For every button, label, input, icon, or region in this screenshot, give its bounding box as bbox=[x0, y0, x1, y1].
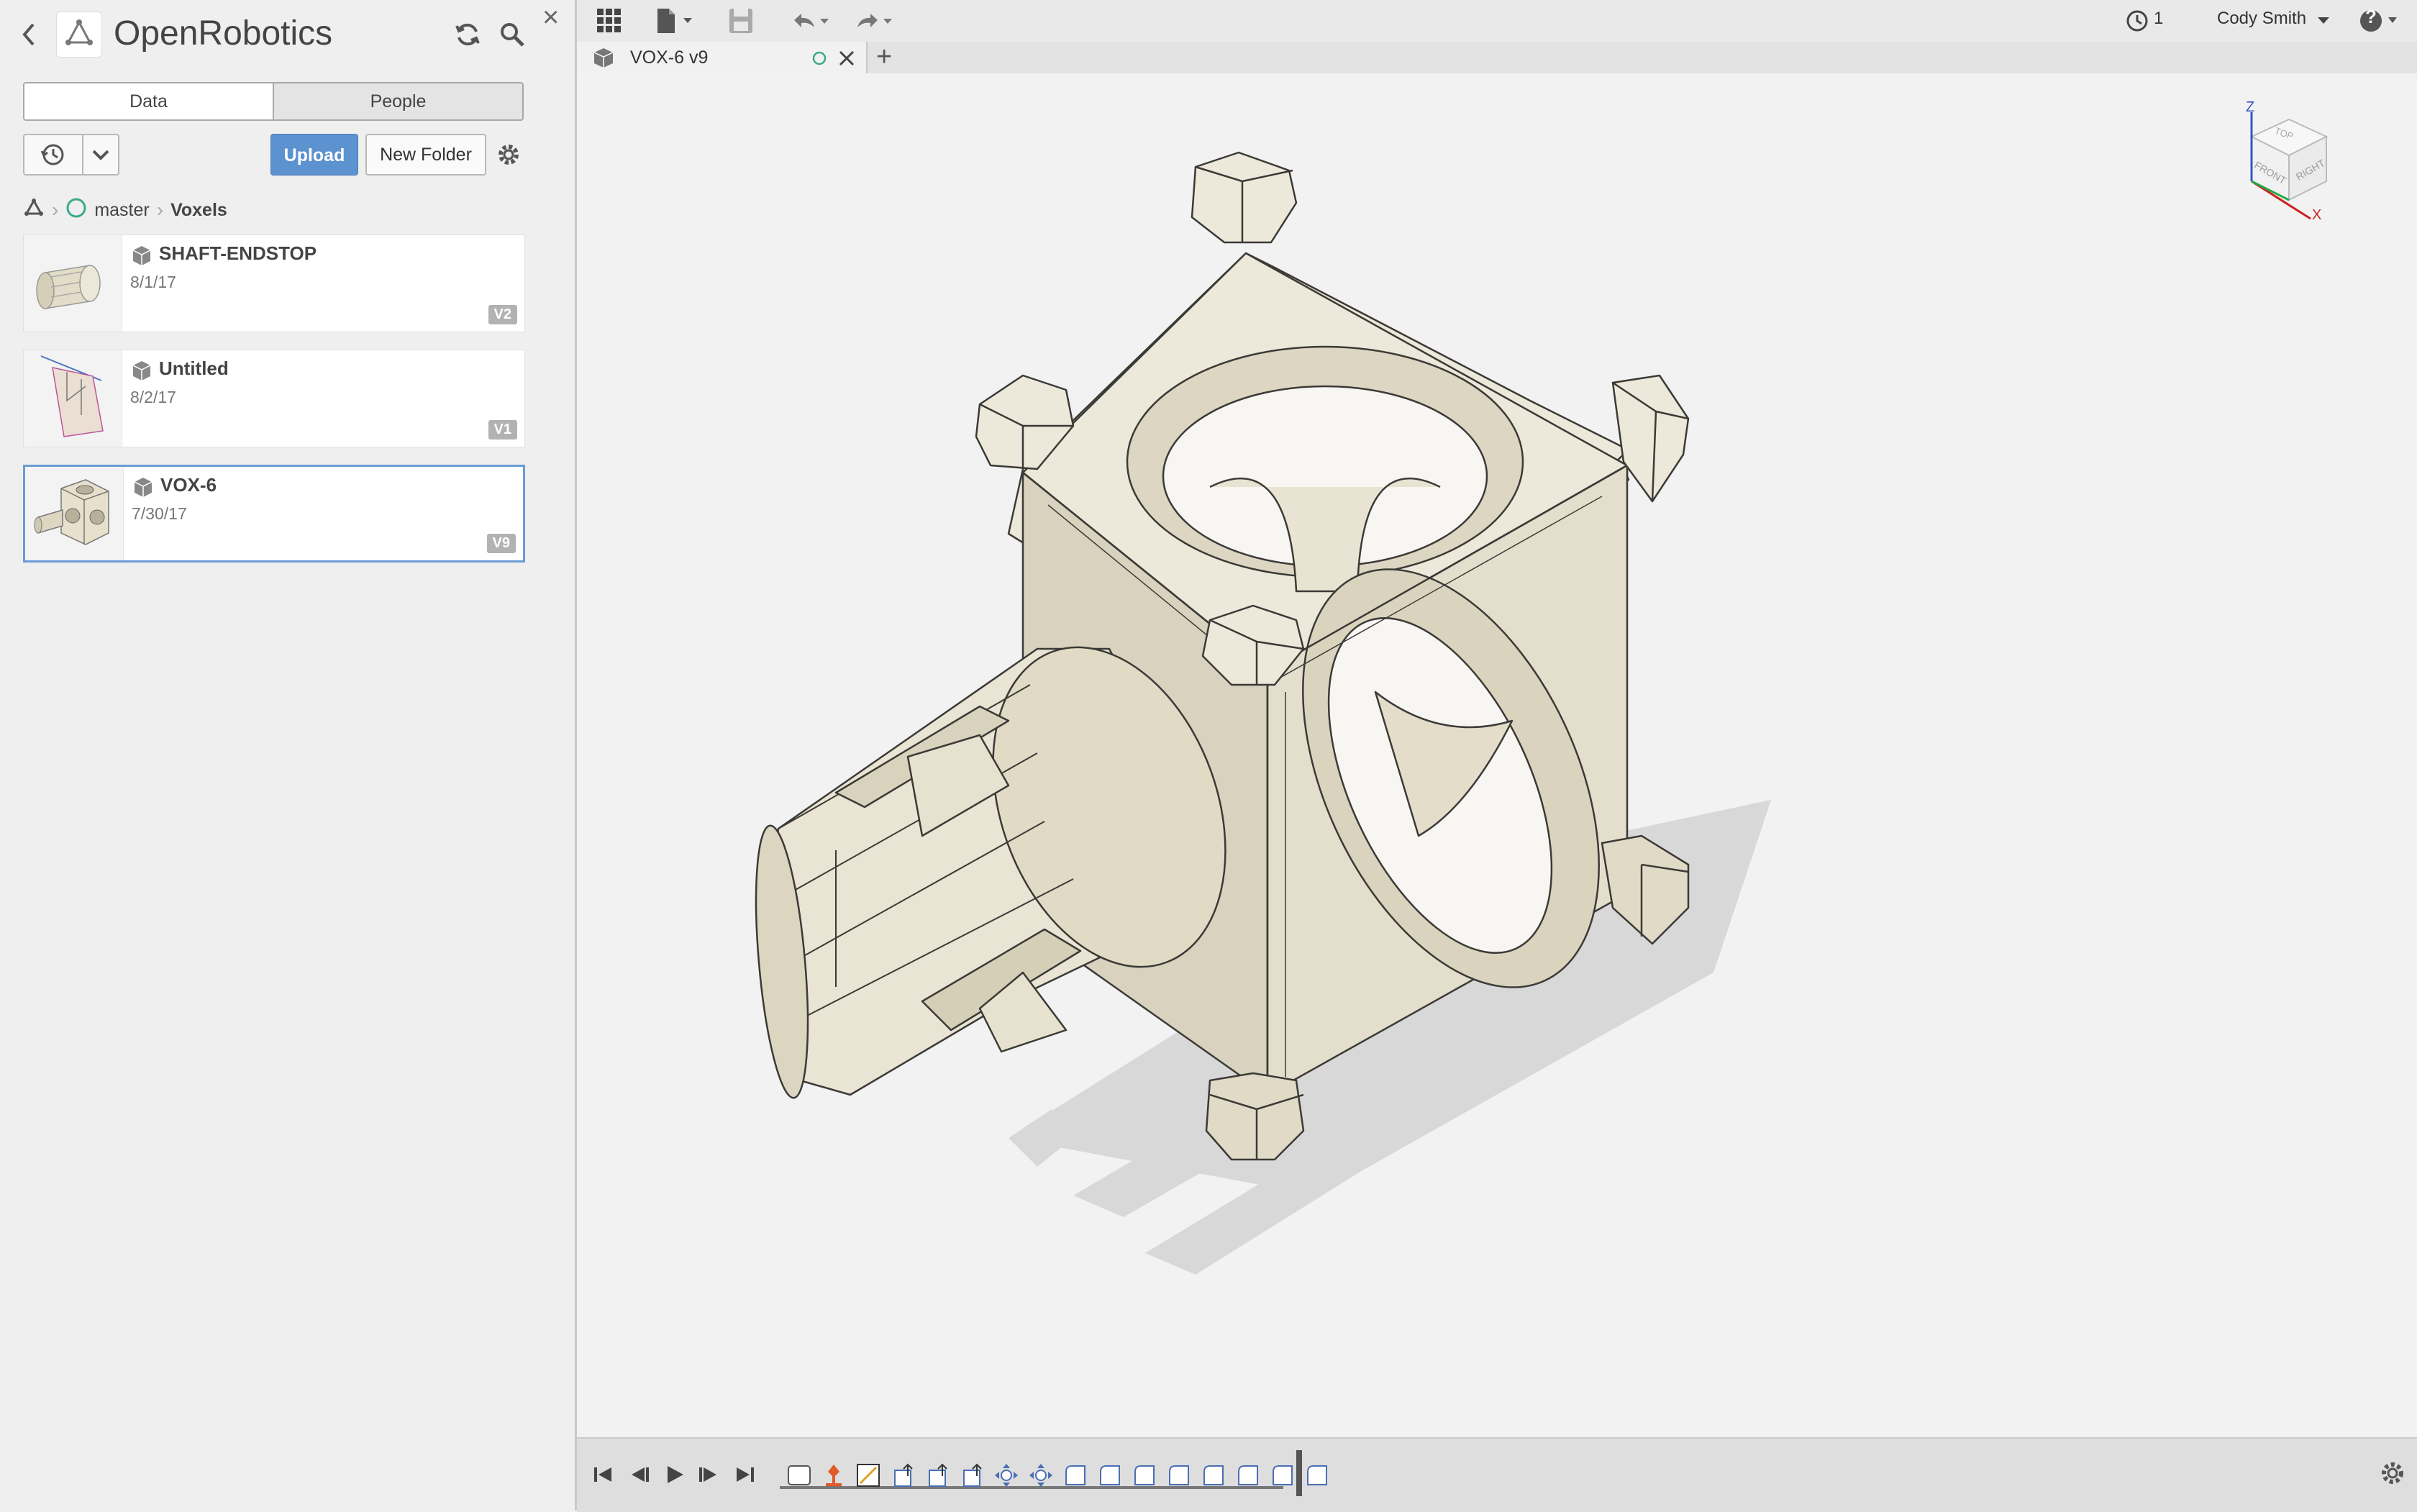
fillet-feature-icon[interactable] bbox=[1303, 1462, 1331, 1489]
upload-button[interactable]: Upload bbox=[270, 134, 358, 176]
design-timeline bbox=[577, 1437, 2417, 1512]
extrude-feature-icon[interactable] bbox=[958, 1462, 986, 1489]
file-name: VOX-6 bbox=[160, 474, 217, 496]
back-chevron-icon[interactable] bbox=[17, 20, 42, 49]
hub-icon[interactable] bbox=[23, 197, 45, 224]
help-symbol: ? bbox=[2365, 6, 2377, 27]
refresh-icon[interactable] bbox=[453, 20, 482, 49]
chevron-down-icon[interactable] bbox=[83, 135, 118, 174]
step-forward-icon[interactable] bbox=[693, 1459, 725, 1490]
extrude-feature-icon[interactable] bbox=[924, 1462, 951, 1489]
file-menu-icon[interactable] bbox=[653, 6, 698, 36]
tab-people[interactable]: People bbox=[274, 83, 522, 119]
file-name: SHAFT-ENDSTOP bbox=[159, 242, 317, 264]
file-date: 7/30/17 bbox=[132, 504, 187, 523]
file-date: 8/2/17 bbox=[130, 388, 176, 406]
breadcrumb-separator-icon: › bbox=[52, 199, 59, 221]
new-folder-button[interactable]: New Folder bbox=[365, 134, 486, 176]
version-badge: V1 bbox=[488, 420, 517, 440]
unsaved-status-circle-icon bbox=[811, 50, 827, 70]
data-panel-grid-icon[interactable] bbox=[594, 6, 624, 36]
3d-model-canvas[interactable] bbox=[577, 73, 2417, 1437]
fillet-feature-icon[interactable] bbox=[1096, 1462, 1124, 1489]
close-tab-icon[interactable] bbox=[837, 49, 856, 71]
file-name: Untitled bbox=[159, 357, 229, 379]
file-card[interactable]: Untitled 8/2/17 V1 bbox=[23, 350, 525, 447]
timeline-settings-gear-icon[interactable] bbox=[2378, 1459, 2407, 1488]
branch-circle-icon bbox=[65, 197, 87, 224]
redo-icon[interactable] bbox=[850, 6, 896, 36]
model-box-icon bbox=[591, 46, 616, 73]
file-card[interactable]: VOX-6 7/30/17 V9 bbox=[23, 465, 525, 563]
settings-gear-icon[interactable] bbox=[495, 141, 522, 168]
canvas-viewport[interactable]: Z X TOP FRONT RIGHT bbox=[577, 73, 2417, 1437]
project-logo-icon bbox=[56, 12, 102, 58]
user-menu[interactable]: Cody Smith bbox=[2217, 9, 2306, 29]
job-count[interactable]: 1 bbox=[2154, 9, 2163, 29]
help-icon[interactable] bbox=[2357, 6, 2398, 36]
history-icon[interactable] bbox=[24, 135, 83, 174]
fillet-feature-icon[interactable] bbox=[1165, 1462, 1193, 1489]
skip-to-start-icon[interactable] bbox=[587, 1459, 619, 1490]
model-box-icon bbox=[130, 244, 153, 267]
application-toolbar: 1 Cody Smith ? bbox=[577, 0, 2417, 43]
document-tab-bar: VOX-6 v9 + bbox=[577, 42, 2417, 75]
panel-tabs: Data People bbox=[23, 82, 524, 121]
viewcube-navigator[interactable]: Z X TOP FRONT RIGHT bbox=[2231, 99, 2361, 229]
extrude-feature-icon[interactable] bbox=[889, 1462, 916, 1489]
move-feature-icon[interactable] bbox=[1027, 1462, 1055, 1489]
fillet-feature-icon[interactable] bbox=[1269, 1462, 1296, 1489]
document-tab-title: VOX-6 v9 bbox=[630, 47, 709, 68]
file-thumbnail bbox=[24, 350, 122, 447]
file-thumbnail bbox=[24, 235, 122, 332]
play-icon[interactable] bbox=[659, 1459, 691, 1490]
tab-data[interactable]: Data bbox=[24, 83, 274, 119]
fillet-feature-icon[interactable] bbox=[1200, 1462, 1227, 1489]
new-tab-button[interactable]: + bbox=[876, 42, 892, 72]
fillet-feature-icon[interactable] bbox=[1062, 1462, 1089, 1489]
history-dropdown-button[interactable] bbox=[23, 134, 119, 176]
breadcrumb-branch[interactable]: master bbox=[94, 200, 149, 221]
file-thumbnail bbox=[25, 467, 124, 560]
file-card[interactable]: SHAFT-ENDSTOP 8/1/17 V2 bbox=[23, 234, 525, 332]
file-date: 8/1/17 bbox=[130, 273, 176, 291]
axis-label-z: Z bbox=[2246, 99, 2255, 115]
search-icon[interactable] bbox=[498, 20, 527, 49]
save-icon[interactable] bbox=[727, 6, 755, 36]
skip-to-end-icon[interactable] bbox=[729, 1459, 761, 1490]
fillet-feature-icon[interactable] bbox=[1234, 1462, 1262, 1489]
move-feature-icon[interactable] bbox=[993, 1462, 1020, 1489]
document-tab[interactable]: VOX-6 v9 bbox=[577, 42, 868, 73]
undo-icon[interactable] bbox=[787, 6, 833, 36]
step-back-icon[interactable] bbox=[623, 1459, 655, 1490]
breadcrumb-folder: Voxels bbox=[170, 199, 227, 220]
close-panel-icon[interactable]: × bbox=[542, 3, 559, 32]
sketch-feature-icon[interactable] bbox=[786, 1462, 813, 1489]
project-title: OpenRobotics bbox=[114, 14, 333, 53]
model-box-icon bbox=[132, 475, 155, 498]
version-badge: V2 bbox=[488, 305, 517, 324]
timeline-marker-handle[interactable] bbox=[1296, 1450, 1302, 1496]
job-status-clock-icon[interactable] bbox=[2125, 6, 2149, 36]
axis-label-x: X bbox=[2312, 207, 2322, 223]
sketch-feature-icon[interactable] bbox=[855, 1462, 882, 1489]
data-panel: OpenRobotics × Data People Upload New Fo… bbox=[0, 0, 577, 1511]
fillet-feature-icon[interactable] bbox=[1131, 1462, 1158, 1489]
origin-pin-icon[interactable] bbox=[820, 1462, 847, 1489]
user-menu-chevron-down-icon[interactable] bbox=[2315, 6, 2332, 36]
breadcrumb: › master › Voxels bbox=[23, 197, 227, 223]
version-badge: V9 bbox=[486, 534, 516, 553]
model-box-icon bbox=[130, 359, 153, 382]
breadcrumb-separator-icon: › bbox=[156, 199, 164, 221]
